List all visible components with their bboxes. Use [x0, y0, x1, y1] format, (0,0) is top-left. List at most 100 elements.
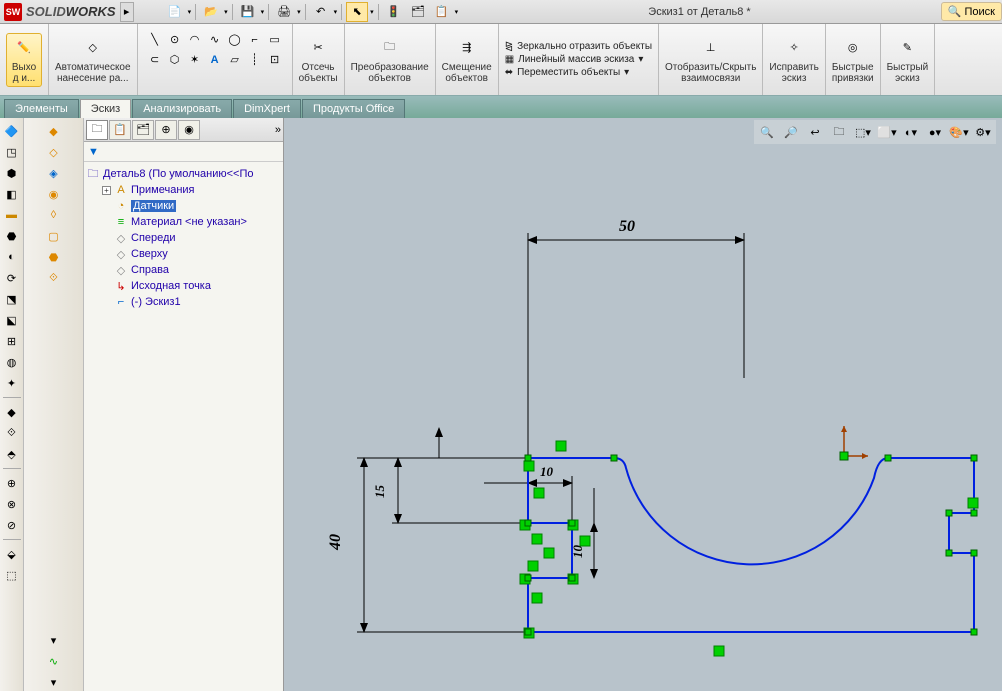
tab-office[interactable]: Продукты Office — [302, 99, 405, 118]
tool-icon[interactable]: ⬕ — [3, 311, 21, 329]
tool-icon[interactable]: 🔷 — [3, 122, 21, 140]
tool-icon[interactable]: ◐ — [3, 248, 21, 266]
panel-expand-icon[interactable]: » — [275, 124, 281, 136]
linear-pattern-button[interactable]: ▦Линейный массив эскиза ▾ — [505, 54, 652, 65]
tool-icon[interactable]: ⊘ — [3, 516, 21, 534]
fillet-icon[interactable]: ⌐ — [246, 31, 264, 49]
tree-root[interactable]: 🗀Деталь8 (По умолчанию<<По — [86, 166, 281, 182]
feat-icon[interactable]: ◉ — [45, 185, 63, 203]
print-icon[interactable]: 🖨 — [273, 2, 295, 22]
mirror-button[interactable]: ⧎Зеркально отразить объекты — [505, 41, 652, 52]
feat-icon[interactable]: ◇ — [45, 143, 63, 161]
tool-icon[interactable]: ⬣ — [3, 227, 21, 245]
arc-icon[interactable]: ◠ — [186, 31, 204, 49]
feat-icon[interactable]: ▾ — [45, 631, 63, 649]
undo-icon[interactable]: ↶ — [310, 2, 332, 22]
tree-item[interactable]: ⌐(-) Эскиз1 — [86, 294, 281, 310]
feat-icon[interactable]: ◈ — [45, 164, 63, 182]
left-toolbar: 🔷 ◳ ⬢ ◧ ▬ ⬣ ◐ ⟳ ⬔ ⬕ ⊞ ◍ ✦ ◆ ⟐ ⬘ ⊕ ⊗ ⊘ ⬙ … — [0, 118, 24, 691]
line-icon[interactable]: ╲ — [146, 31, 164, 49]
sketch-content: 50 40 15 10 10 — [284, 118, 1002, 691]
menu-arrow[interactable]: ▸ — [120, 2, 134, 22]
tab-features[interactable]: Элементы — [4, 99, 79, 118]
feat-icon[interactable]: ▾ — [45, 673, 63, 691]
tool-icon[interactable]: ⬚ — [3, 566, 21, 584]
exit-sketch-button[interactable]: ✏️ Выхо д и... — [6, 33, 42, 87]
tool-icon[interactable]: ⊗ — [3, 495, 21, 513]
offset-button[interactable]: ⇶ Смещение объектов — [442, 36, 492, 84]
tool-icon[interactable]: ⊞ — [3, 332, 21, 350]
tool-icon[interactable]: ⬔ — [3, 290, 21, 308]
fm-tab-dim[interactable]: ⊕ — [155, 120, 177, 140]
construction-icon[interactable]: ⊡ — [266, 51, 284, 69]
tab-dimxpert[interactable]: DimXpert — [233, 99, 301, 118]
trim-button[interactable]: ✂ Отсечь объекты — [299, 36, 338, 84]
show-hide-button[interactable]: ⊥ Отобразить/Скрыть взаимосвязи — [665, 36, 756, 84]
dimension-15[interactable]: 15 — [372, 485, 387, 499]
rect-icon[interactable]: ▭ — [266, 31, 284, 49]
tool-icon[interactable]: ✦ — [3, 374, 21, 392]
tool-icon[interactable]: ⬢ — [3, 164, 21, 182]
tool-icon[interactable]: ◍ — [3, 353, 21, 371]
ellipse-icon[interactable]: ◯ — [226, 31, 244, 49]
tool-icon[interactable]: ⊕ — [3, 474, 21, 492]
fm-tab-tree[interactable]: 🗀 — [86, 120, 108, 140]
spline-icon[interactable]: ∿ — [206, 31, 224, 49]
app-name: SOLIDWORKS — [26, 4, 116, 19]
tree-item[interactable]: ◇Справа — [86, 262, 281, 278]
centerline-icon[interactable]: ┊ — [246, 51, 264, 69]
feat-icon[interactable]: ◆ — [45, 122, 63, 140]
exit-sketch-icon: ✏️ — [12, 36, 36, 60]
tool-icon[interactable]: ◧ — [3, 185, 21, 203]
smart-dimension-button[interactable]: ◇ Автоматическое нанесение ра... — [55, 36, 131, 84]
repair-button[interactable]: ✧ Исправить эскиз — [769, 36, 818, 84]
tool-icon[interactable]: ▬ — [3, 206, 21, 224]
text-icon[interactable]: A — [206, 51, 224, 69]
tab-evaluate[interactable]: Анализировать — [132, 99, 232, 118]
circle-icon[interactable]: ⊙ — [166, 31, 184, 49]
feat-icon[interactable]: ◊ — [45, 206, 63, 224]
settings-icon[interactable]: 📋 — [431, 2, 453, 22]
fm-tab-config[interactable]: 🗂 — [132, 120, 154, 140]
feat-icon[interactable]: ⟐ — [45, 269, 63, 287]
tab-sketch[interactable]: Эскиз — [80, 99, 131, 118]
tree-item[interactable]: ◇Спереди — [86, 230, 281, 246]
feat-icon[interactable]: ⬣ — [45, 248, 63, 266]
search-button[interactable]: 🔍 Поиск — [941, 2, 1002, 21]
dimension-40[interactable]: 40 — [327, 534, 344, 551]
point-icon[interactable]: ✶ — [186, 51, 204, 69]
graphics-area[interactable]: 🔍 🔎 ↩ 🗀 ⬚▾ ⬜▾ ◐▾ ●▾ 🎨▾ ⚙▾ 50 — [284, 118, 1002, 691]
feat-icon[interactable]: ▢ — [45, 227, 63, 245]
tree-item[interactable]: ↳Исходная точка — [86, 278, 281, 294]
tool-icon[interactable]: ⬘ — [3, 445, 21, 463]
fm-tab-prop[interactable]: 📋 — [109, 120, 131, 140]
tree-item-selected[interactable]: ◔Датчики — [86, 198, 281, 214]
feat-icon[interactable]: ∿ — [45, 652, 63, 670]
convert-button[interactable]: 🗀 Преобразование объектов — [351, 36, 429, 84]
tool-icon[interactable]: ⟐ — [3, 424, 21, 442]
plane-icon[interactable]: ▱ — [226, 51, 244, 69]
new-icon[interactable]: 📄 — [164, 2, 186, 22]
save-icon[interactable]: 💾 — [237, 2, 259, 22]
polygon-icon[interactable]: ⬡ — [166, 51, 184, 69]
tree-item[interactable]: ◇Сверху — [86, 246, 281, 262]
rebuild-icon[interactable]: 🚦 — [383, 2, 405, 22]
open-icon[interactable]: 📂 — [200, 2, 222, 22]
tool-icon[interactable]: ◆ — [3, 403, 21, 421]
fm-tab-disp[interactable]: ◉ — [178, 120, 200, 140]
tree-item[interactable]: ≡Материал <не указан> — [86, 214, 281, 230]
quick-snaps-button[interactable]: ◎ Быстрые привязки — [832, 36, 874, 84]
slot-icon[interactable]: ⊂ — [146, 51, 164, 69]
rapid-sketch-button[interactable]: ✎ Быстрый эскиз — [887, 36, 929, 84]
dimension-50[interactable]: 50 — [619, 218, 635, 235]
move-button[interactable]: ⬌Переместить объекты ▾ — [505, 67, 652, 78]
tool-icon[interactable]: ⬙ — [3, 545, 21, 563]
snap-icon: ◎ — [841, 36, 865, 60]
options-icon[interactable]: 🗂 — [407, 2, 429, 22]
tree-item[interactable]: +AПримечания — [86, 182, 281, 198]
dimension-10h[interactable]: 10 — [540, 464, 554, 479]
select-icon[interactable]: ⬉ — [346, 2, 368, 22]
tool-icon[interactable]: ◳ — [3, 143, 21, 161]
tool-icon[interactable]: ⟳ — [3, 269, 21, 287]
filter-bar[interactable]: ▼ — [84, 142, 283, 162]
